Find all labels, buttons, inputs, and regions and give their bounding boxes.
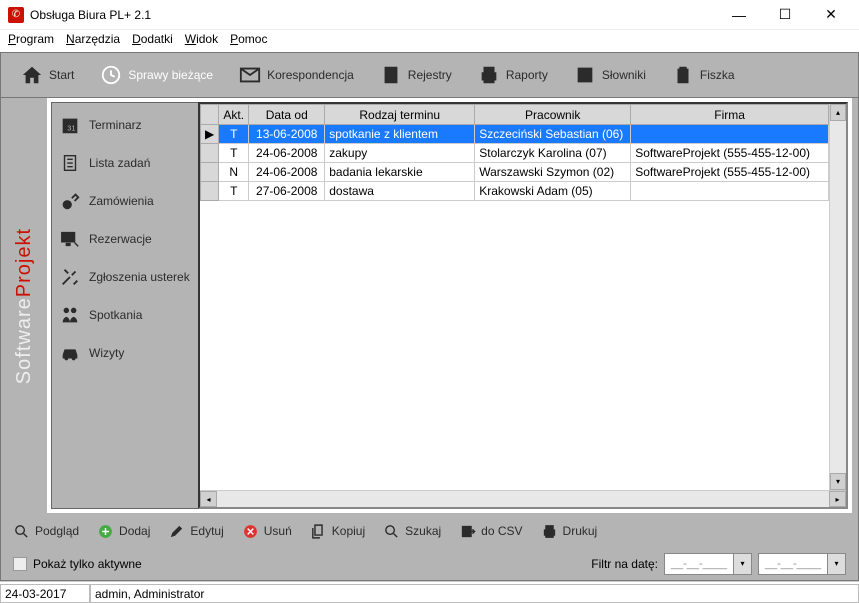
print-icon [478, 64, 500, 86]
action-usun[interactable]: Usuń [242, 523, 292, 540]
label-filtr-date: Filtr na datę: [591, 557, 658, 571]
clipboard-icon [672, 64, 694, 86]
pencil-icon [168, 523, 185, 540]
menubar: Program Narzędzia Dodatki Widok Pomoc [0, 30, 859, 50]
scroll-down-arrow[interactable]: ▾ [830, 473, 846, 490]
magnifier-icon [13, 523, 30, 540]
sidebar-item-spotkania[interactable]: Spotkania [55, 298, 194, 336]
action-dodaj[interactable]: Dodaj [97, 523, 150, 540]
status-date: 24-03-2017 [0, 584, 90, 603]
table-header-row: Akt. Data od Rodzaj terminu Pracownik Fi… [201, 105, 829, 125]
brand-strip: SoftwareProjekt [1, 98, 47, 515]
date-to-field[interactable]: __-__-____ ▾ [758, 553, 846, 575]
sidebar-item-zgloszenia[interactable]: Zgłoszenia usterek [55, 260, 194, 298]
sidebar: 31 Terminarz Lista zadań Zamówienia Reze… [51, 102, 198, 509]
sidebar-item-wizyty[interactable]: Wizyty [55, 336, 194, 374]
calendar-icon: 31 [59, 114, 81, 136]
dictionary-icon [574, 64, 596, 86]
menu-program[interactable]: Program [8, 32, 54, 46]
date-from-field[interactable]: __-__-____ ▾ [664, 553, 752, 575]
table-row[interactable]: T24-06-2008zakupyStolarczyk Karolina (07… [201, 144, 829, 163]
action-szukaj[interactable]: Szukaj [383, 523, 441, 540]
sidebar-item-rezerwacje[interactable]: Rezerwacje [55, 222, 194, 260]
delete-icon [242, 523, 259, 540]
sidebar-item-terminarz[interactable]: 31 Terminarz [55, 108, 194, 146]
status-user: admin, Administrator [90, 584, 859, 603]
toolbar-fiszka[interactable]: Fiszka [664, 58, 743, 92]
svg-text:31: 31 [67, 124, 75, 133]
main-toolbar: Start Sprawy bieżące Korespondencja Reje… [0, 52, 859, 98]
action-edytuj[interactable]: Edytuj [168, 523, 223, 540]
col-akt[interactable]: Akt. [219, 105, 249, 125]
mail-icon [239, 64, 261, 86]
car-icon [59, 342, 81, 364]
action-drukuj[interactable]: Drukuj [541, 523, 598, 540]
sidebar-item-zamowienia[interactable]: Zamówienia [55, 184, 194, 222]
menu-narzedzia[interactable]: Narzędzia [66, 32, 120, 46]
label-aktywne: Pokaż tylko aktywne [33, 557, 142, 571]
toolbar-rejestry[interactable]: Rejestry [372, 58, 460, 92]
maximize-button[interactable]: ☐ [762, 0, 808, 30]
scroll-right-arrow[interactable]: ▸ [829, 491, 846, 507]
table-row[interactable]: ▶T13-06-2008spotkanie z klientemSzczeciń… [201, 125, 829, 144]
checkbox-aktywne[interactable] [13, 557, 27, 571]
clock-icon [100, 64, 122, 86]
app-icon: ✆ [8, 7, 24, 23]
people-icon [59, 304, 81, 326]
col-firma[interactable]: Firma [631, 105, 829, 125]
book-icon [380, 64, 402, 86]
scroll-left-arrow[interactable]: ◂ [200, 491, 217, 507]
col-data-od[interactable]: Data od [249, 105, 325, 125]
printer-icon [541, 523, 558, 540]
status-bar: 24-03-2017 admin, Administrator [0, 581, 859, 603]
search-icon [383, 523, 400, 540]
col-rodzaj[interactable]: Rodzaj terminu [325, 105, 475, 125]
computer-icon [59, 228, 81, 250]
horizontal-scrollbar[interactable]: ◂ ▸ [200, 490, 846, 507]
dropdown-icon[interactable]: ▾ [828, 553, 846, 575]
home-icon [21, 64, 43, 86]
list-icon [59, 152, 81, 174]
dropdown-icon[interactable]: ▾ [734, 553, 752, 575]
plus-icon [97, 523, 114, 540]
menu-dodatki[interactable]: Dodatki [132, 32, 173, 46]
toolbar-sprawy[interactable]: Sprawy bieżące [92, 58, 221, 92]
titlebar: ✆ Obsługa Biura PL+ 2.1 — ☐ ✕ [0, 0, 859, 30]
data-grid: Akt. Data od Rodzaj terminu Pracownik Fi… [198, 102, 848, 509]
toolbar-raporty[interactable]: Raporty [470, 58, 556, 92]
copy-icon [310, 523, 327, 540]
action-csv[interactable]: do CSV [459, 523, 522, 540]
row-selector-header [201, 105, 219, 125]
money-icon [59, 190, 81, 212]
window-title: Obsługa Biura PL+ 2.1 [30, 8, 716, 22]
table-row[interactable]: T27-06-2008dostawaKrakowski Adam (05) [201, 182, 829, 201]
tools-icon [59, 266, 81, 288]
toolbar-slowniki[interactable]: Słowniki [566, 58, 654, 92]
toolbar-korespondencja[interactable]: Korespondencja [231, 58, 362, 92]
menu-pomoc[interactable]: Pomoc [230, 32, 267, 46]
export-csv-icon [459, 523, 476, 540]
scroll-up-arrow[interactable]: ▴ [830, 104, 846, 121]
minimize-button[interactable]: — [716, 0, 762, 30]
menu-widok[interactable]: Widok [185, 32, 218, 46]
action-podglad[interactable]: Podgląd [13, 523, 79, 540]
vertical-scrollbar[interactable]: ▴ ▾ [829, 104, 846, 490]
action-bar: Podgląd Dodaj Edytuj Usuń Kopiuj Szukaj … [0, 515, 859, 547]
action-kopiuj[interactable]: Kopiuj [310, 523, 365, 540]
sidebar-item-lista-zadan[interactable]: Lista zadań [55, 146, 194, 184]
toolbar-start[interactable]: Start [13, 58, 82, 92]
table-row[interactable]: N24-06-2008badania lekarskieWarszawski S… [201, 163, 829, 182]
filter-bar: Pokaż tylko aktywne Filtr na datę: __-__… [0, 547, 859, 581]
col-pracownik[interactable]: Pracownik [475, 105, 631, 125]
close-button[interactable]: ✕ [808, 0, 854, 30]
